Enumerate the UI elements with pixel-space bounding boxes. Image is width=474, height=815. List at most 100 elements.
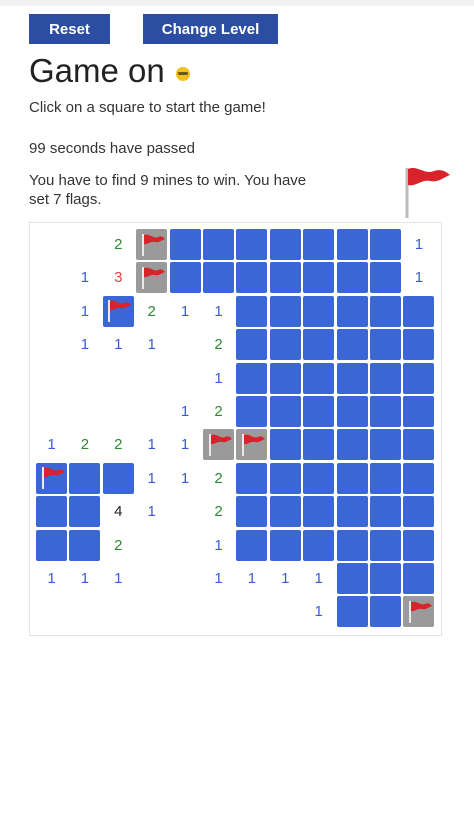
- revealed-number-cell[interactable]: 1: [270, 563, 301, 594]
- revealed-number-cell[interactable]: 1: [403, 262, 434, 293]
- revealed-empty-cell[interactable]: [69, 229, 100, 260]
- revealed-number-cell[interactable]: 2: [136, 296, 167, 327]
- flagged-cell[interactable]: [136, 262, 168, 294]
- revealed-empty-cell[interactable]: [136, 596, 167, 627]
- hidden-cell[interactable]: [370, 329, 401, 361]
- revealed-number-cell[interactable]: 1: [103, 563, 134, 594]
- hidden-cell[interactable]: [269, 429, 301, 461]
- hidden-cell[interactable]: [69, 496, 101, 528]
- revealed-empty-cell[interactable]: [103, 363, 134, 394]
- hidden-cell[interactable]: [370, 262, 401, 294]
- hidden-cell[interactable]: [336, 529, 368, 561]
- hidden-cell[interactable]: [303, 462, 335, 494]
- revealed-number-cell[interactable]: 3: [103, 262, 134, 293]
- revealed-number-cell[interactable]: 1: [136, 329, 167, 360]
- hidden-cell[interactable]: [370, 362, 401, 394]
- flagged-cell[interactable]: [236, 429, 268, 461]
- hidden-cell[interactable]: [303, 529, 335, 561]
- revealed-number-cell[interactable]: 2: [203, 329, 234, 360]
- hidden-cell[interactable]: [403, 362, 435, 394]
- hidden-cell[interactable]: [336, 229, 368, 260]
- revealed-empty-cell[interactable]: [136, 563, 167, 594]
- hidden-cell[interactable]: [269, 362, 301, 394]
- hidden-cell[interactable]: [236, 329, 268, 361]
- hidden-cell[interactable]: [336, 596, 368, 628]
- hidden-cell[interactable]: [203, 229, 234, 260]
- revealed-empty-cell[interactable]: [136, 396, 167, 427]
- hidden-cell[interactable]: [370, 596, 401, 628]
- revealed-number-cell[interactable]: 1: [170, 296, 201, 327]
- hidden-cell[interactable]: [336, 563, 368, 594]
- flag-mode-icon[interactable]: [398, 165, 452, 220]
- revealed-empty-cell[interactable]: [270, 596, 301, 627]
- revealed-number-cell[interactable]: 1: [203, 530, 234, 561]
- hidden-cell[interactable]: [336, 462, 368, 494]
- hidden-cell[interactable]: [303, 295, 335, 327]
- revealed-number-cell[interactable]: 2: [203, 496, 234, 527]
- hidden-cell[interactable]: [303, 396, 335, 427]
- hidden-cell[interactable]: [269, 496, 301, 528]
- hidden-cell[interactable]: [236, 262, 268, 294]
- hidden-cell[interactable]: [336, 396, 368, 427]
- revealed-empty-cell[interactable]: [136, 530, 167, 561]
- hidden-cell[interactable]: [303, 429, 335, 461]
- hidden-cell[interactable]: [236, 529, 268, 561]
- change-level-button[interactable]: Change Level: [143, 14, 278, 44]
- revealed-number-cell[interactable]: 1: [103, 329, 134, 360]
- hidden-cell[interactable]: [269, 262, 301, 294]
- hidden-cell[interactable]: [236, 462, 268, 494]
- hidden-cell[interactable]: [403, 396, 435, 427]
- hidden-cell[interactable]: [303, 329, 335, 361]
- hidden-cell[interactable]: [370, 295, 401, 327]
- revealed-empty-cell[interactable]: [36, 363, 67, 394]
- hidden-cell[interactable]: [336, 329, 368, 361]
- revealed-number-cell[interactable]: 2: [103, 229, 134, 260]
- hidden-cell[interactable]: [303, 229, 335, 260]
- revealed-number-cell[interactable]: 1: [136, 463, 167, 494]
- revealed-number-cell[interactable]: 1: [136, 429, 167, 460]
- revealed-number-cell[interactable]: 1: [170, 463, 201, 494]
- hidden-cell[interactable]: [403, 563, 435, 594]
- revealed-number-cell[interactable]: 1: [236, 563, 267, 594]
- hidden-cell[interactable]: [269, 229, 301, 260]
- revealed-empty-cell[interactable]: [36, 596, 67, 627]
- hidden-cell[interactable]: [269, 295, 301, 327]
- hidden-cell[interactable]: [403, 496, 435, 528]
- revealed-number-cell[interactable]: 1: [170, 429, 201, 460]
- revealed-empty-cell[interactable]: [36, 296, 67, 327]
- revealed-empty-cell[interactable]: [170, 329, 201, 360]
- hidden-cell[interactable]: [336, 362, 368, 394]
- revealed-empty-cell[interactable]: [36, 396, 67, 427]
- hidden-cell[interactable]: [236, 496, 268, 528]
- hidden-cell[interactable]: [370, 563, 401, 594]
- revealed-empty-cell[interactable]: [36, 262, 67, 293]
- hidden-cell[interactable]: [336, 295, 368, 327]
- flagged-cell[interactable]: [36, 462, 67, 494]
- hidden-cell[interactable]: [236, 396, 268, 427]
- hidden-cell[interactable]: [336, 262, 368, 294]
- hidden-cell[interactable]: [303, 262, 335, 294]
- hidden-cell[interactable]: [403, 462, 435, 494]
- revealed-number-cell[interactable]: 2: [203, 396, 234, 427]
- revealed-number-cell[interactable]: 1: [203, 563, 234, 594]
- revealed-number-cell[interactable]: 1: [403, 229, 434, 260]
- hidden-cell[interactable]: [102, 462, 134, 494]
- hidden-cell[interactable]: [370, 496, 401, 528]
- hidden-cell[interactable]: [370, 462, 401, 494]
- revealed-number-cell[interactable]: 4: [103, 496, 134, 527]
- revealed-empty-cell[interactable]: [36, 229, 67, 260]
- revealed-empty-cell[interactable]: [69, 396, 100, 427]
- revealed-empty-cell[interactable]: [36, 329, 67, 360]
- hidden-cell[interactable]: [69, 529, 101, 561]
- revealed-number-cell[interactable]: 1: [303, 563, 334, 594]
- revealed-empty-cell[interactable]: [69, 363, 100, 394]
- revealed-empty-cell[interactable]: [170, 363, 201, 394]
- revealed-number-cell[interactable]: 1: [36, 429, 67, 460]
- hidden-cell[interactable]: [370, 396, 401, 427]
- hidden-cell[interactable]: [203, 262, 234, 294]
- hidden-cell[interactable]: [36, 529, 67, 561]
- hidden-cell[interactable]: [403, 329, 435, 361]
- revealed-empty-cell[interactable]: [103, 596, 134, 627]
- hidden-cell[interactable]: [370, 429, 401, 461]
- revealed-number-cell[interactable]: 1: [69, 563, 100, 594]
